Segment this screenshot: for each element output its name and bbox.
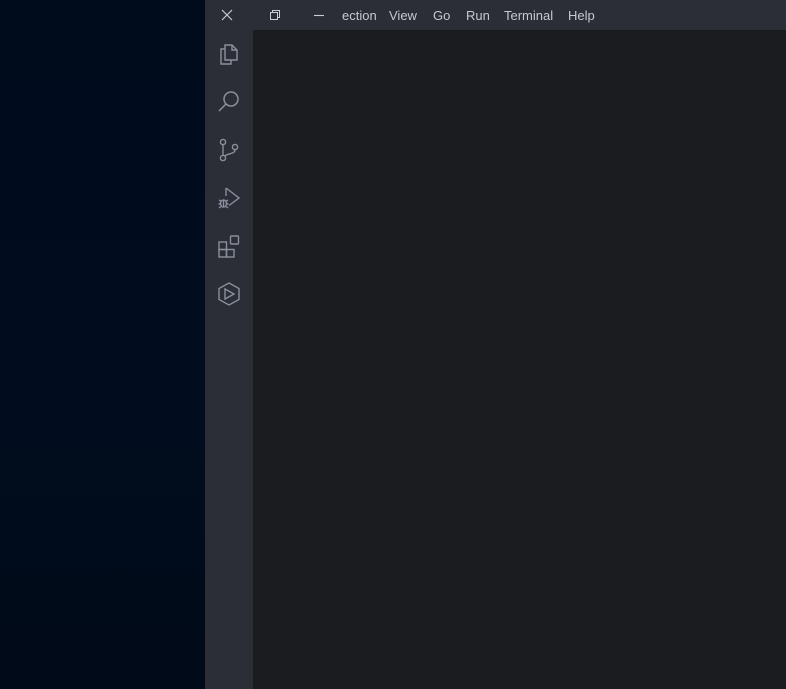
- menu-run[interactable]: Run: [466, 0, 490, 30]
- activity-bar: [205, 30, 253, 689]
- explorer-icon[interactable]: [205, 30, 253, 78]
- restore-icon[interactable]: [263, 0, 287, 30]
- run-debug-icon[interactable]: [205, 174, 253, 222]
- menu-selection[interactable]: ection: [342, 0, 377, 30]
- menu-help[interactable]: Help: [568, 0, 595, 30]
- extensions-icon[interactable]: [205, 222, 253, 270]
- title-bar: ection View Go Run Terminal Help: [205, 0, 786, 30]
- desktop-background: [0, 0, 205, 689]
- minimize-icon[interactable]: [307, 0, 331, 30]
- menu-go[interactable]: Go: [433, 0, 450, 30]
- menu-terminal[interactable]: Terminal: [504, 0, 553, 30]
- menu-view[interactable]: View: [389, 0, 417, 30]
- source-control-icon[interactable]: [205, 126, 253, 174]
- remote-explorer-icon[interactable]: [205, 270, 253, 318]
- search-icon[interactable]: [205, 78, 253, 126]
- close-icon[interactable]: [215, 0, 239, 30]
- editor-area[interactable]: [253, 30, 786, 689]
- code-editor-window: ection View Go Run Terminal Help: [205, 0, 786, 689]
